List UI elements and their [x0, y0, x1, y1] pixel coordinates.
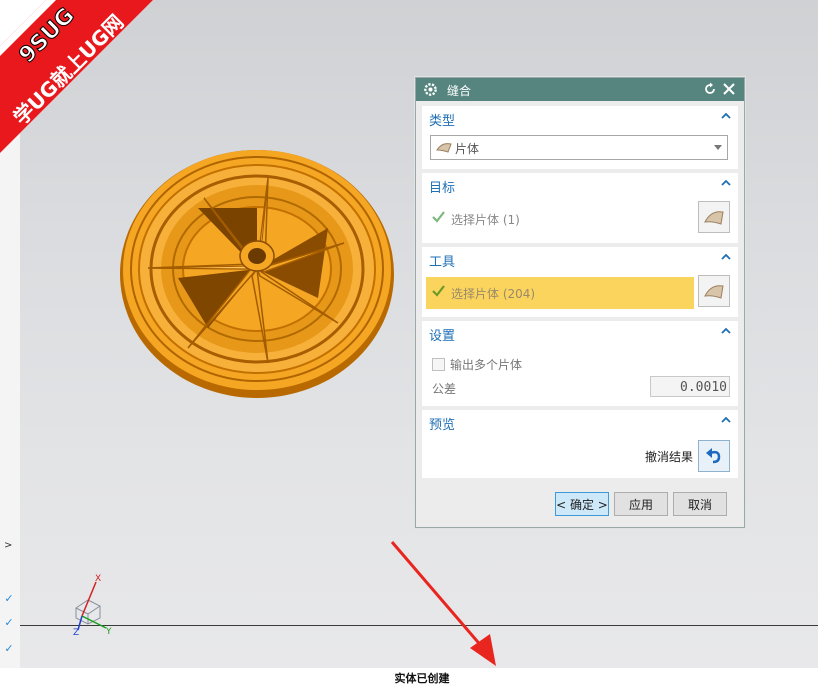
tool-face-select-button[interactable]: [698, 275, 730, 307]
axis-y-label: Y: [105, 627, 112, 636]
axis-z-label: Z: [73, 628, 79, 636]
multi-output-label: 输出多个片体: [450, 358, 523, 372]
chevron-up-icon[interactable]: [720, 110, 732, 122]
section-tool: 工具 选择片体 (204): [422, 247, 738, 317]
section-preview-header[interactable]: 预览: [429, 414, 455, 433]
dialog-title: 缝合: [447, 84, 472, 98]
cancel-button[interactable]: 取消: [673, 492, 727, 516]
section-preview: 预览 撤消结果: [422, 410, 738, 478]
axis-triad: X Y Z: [73, 574, 112, 636]
face-select-icon: [704, 211, 724, 225]
target-face-select-button[interactable]: [698, 201, 730, 233]
close-icon[interactable]: [722, 82, 736, 96]
type-select[interactable]: 片体: [430, 135, 728, 160]
section-type: 类型 片体: [422, 106, 738, 169]
tool-select-label: 选择片体 (204): [451, 287, 536, 301]
strip-check-icon-1[interactable]: ✓: [2, 592, 16, 606]
watermark-logo: 9SUG 学UG就上UG网: [0, 0, 153, 153]
chevron-up-icon[interactable]: [720, 414, 732, 426]
sheet-body-icon: [436, 143, 452, 153]
gear-icon[interactable]: [423, 82, 438, 97]
undo-icon: [706, 448, 721, 464]
dialog-title-bar[interactable]: 缝合: [416, 78, 744, 101]
target-select-label: 选择片体 (1): [451, 213, 520, 227]
strip-glyph-chevron-2: >: [4, 540, 13, 551]
tolerance-field[interactable]: 0.0010: [650, 376, 730, 397]
chevron-down-icon[interactable]: [714, 145, 722, 150]
section-settings: 设置 输出多个片体 公差 0.0010: [422, 321, 738, 406]
target-select-row[interactable]: 选择片体 (1): [426, 203, 696, 235]
tool-select-row[interactable]: 选择片体 (204): [426, 277, 694, 309]
status-bar: 实体已创建: [0, 668, 818, 687]
wheel-model[interactable]: [118, 148, 396, 400]
tolerance-label: 公差: [432, 382, 457, 396]
ok-button[interactable]: < 确定 >: [555, 492, 609, 516]
chevron-up-icon[interactable]: [720, 251, 732, 263]
strip-check-icon-3[interactable]: ✓: [2, 642, 16, 656]
undo-result-button[interactable]: [698, 440, 730, 472]
multi-output-checkbox[interactable]: [432, 358, 445, 371]
check-icon: [432, 285, 445, 297]
section-target-header[interactable]: 目标: [429, 177, 455, 196]
face-select-icon: [704, 285, 724, 299]
type-select-value: 片体: [455, 142, 480, 156]
strip-check-icon-2[interactable]: ✓: [2, 616, 16, 630]
axis-x-label: X: [95, 574, 101, 584]
section-target: 目标 选择片体 (1): [422, 173, 738, 243]
section-settings-header[interactable]: 设置: [429, 325, 455, 344]
annotation-arrow: [390, 541, 496, 666]
sew-dialog: 缝合 类型 片体 目标 选择片体 (1) 工具 选择片体 (204) 设置 输出…: [415, 77, 745, 528]
status-text: 实体已创建: [394, 672, 450, 685]
section-type-header[interactable]: 类型: [429, 110, 455, 129]
check-icon: [432, 211, 445, 223]
chevron-up-icon[interactable]: [720, 325, 732, 337]
section-tool-header[interactable]: 工具: [429, 251, 455, 270]
chevron-up-icon[interactable]: [720, 177, 732, 189]
reset-icon[interactable]: [703, 82, 717, 96]
apply-button[interactable]: 应用: [614, 492, 668, 516]
undo-result-label: 撤消结果: [644, 450, 693, 464]
